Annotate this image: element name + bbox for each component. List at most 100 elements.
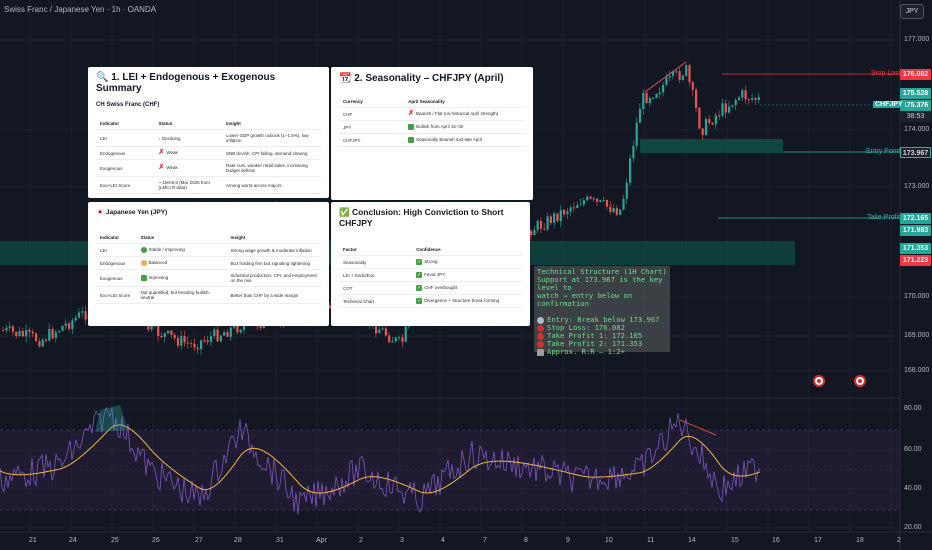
candle-body xyxy=(622,198,625,210)
table-cell: Seasonality xyxy=(339,255,413,269)
candle-body xyxy=(678,71,681,80)
candle-body xyxy=(163,333,166,337)
candle-body xyxy=(576,204,579,208)
table-row: CHF ✗ Bearish / Flat (no historical April… xyxy=(339,107,525,121)
seasonality-table: Currency April Seasonality CHF ✗ Bearish … xyxy=(339,96,525,147)
stop-icon xyxy=(537,324,544,332)
candle-body xyxy=(35,333,38,342)
candle-body xyxy=(734,100,737,106)
technical-structure-note[interactable]: Technical Structure (1H Chart) Support a… xyxy=(534,266,670,356)
table-header-row: Indicator Status Insight xyxy=(96,118,321,130)
column-header: Confidence xyxy=(412,244,522,256)
column-header: Currency xyxy=(339,96,405,108)
alert-icon[interactable] xyxy=(854,375,866,387)
table-cell: Strong wage growth & moderate inflation xyxy=(226,243,321,257)
table-header-row: Indicator Status Insight xyxy=(96,232,321,244)
time-tick: 21 xyxy=(29,537,37,544)
table-cell: JPY xyxy=(339,120,405,134)
candle-body xyxy=(655,93,658,98)
candle-body xyxy=(751,98,754,100)
table-cell: Not quantified, but trending bullish-neu… xyxy=(136,286,227,304)
entry-zone xyxy=(640,139,783,153)
panel-title: 🔍 1. LEI + Endogenous + Exogenous Summar… xyxy=(96,72,276,94)
candle-body xyxy=(714,115,717,125)
table-cell: Balanced xyxy=(148,260,168,266)
take-profit-price-tag: 172.165 xyxy=(900,213,931,224)
time-tick: 2 xyxy=(897,537,901,544)
symbol-title[interactable]: Swiss Franc / Japanese Yen · 1h · OANDA xyxy=(4,5,156,14)
candle-body xyxy=(695,89,698,108)
candle-body xyxy=(18,330,21,337)
column-header: Indicator xyxy=(96,118,155,130)
candle-body xyxy=(586,196,589,201)
jpy-table: Indicator Status Insight LEI Stable / Im… xyxy=(96,232,321,304)
column-header: Indicator xyxy=(96,232,137,244)
time-tick: 25 xyxy=(111,537,119,544)
table-cell: Favor JPY xyxy=(424,272,446,278)
candle-body xyxy=(632,145,635,159)
candle-body xyxy=(582,200,585,205)
table-cell: CHFJPY xyxy=(339,133,405,147)
candle-body xyxy=(569,207,572,212)
table-cell: Exogenous xyxy=(96,159,155,177)
candle-body xyxy=(209,336,213,342)
candle-body xyxy=(741,90,744,98)
candle-body xyxy=(668,75,671,78)
candle-body xyxy=(186,342,189,344)
candle-body xyxy=(391,341,394,343)
candle-body xyxy=(731,105,734,107)
conclusion-panel[interactable]: ✅ Conclusion: High Conviction to Short C… xyxy=(331,202,530,326)
candle-body xyxy=(64,323,67,326)
chart-icon xyxy=(537,348,544,356)
panel-subtitle: CH Swiss Franc (CHF) xyxy=(96,102,160,108)
time-tick: 18 xyxy=(856,537,864,544)
candle-body xyxy=(180,336,183,346)
table-cell: Bullish from April 15–30 xyxy=(416,124,464,130)
candle-body xyxy=(648,98,651,104)
tp-extra-price-tag: 171.983 xyxy=(900,225,931,236)
entry-point-label: Entry Point xyxy=(866,148,901,155)
candle-body xyxy=(378,329,381,334)
table-row: Technical Chart ✓ Divergence + Structure … xyxy=(339,294,522,308)
candle-body xyxy=(602,199,605,201)
rsi-tick: 60.00 xyxy=(904,446,922,453)
seasonality-panel[interactable]: 📆 2. Seasonality – CHFJPY (April) Curren… xyxy=(331,67,533,200)
price-tick: 170.000 xyxy=(904,293,930,300)
candle-body xyxy=(559,210,562,222)
currency-badge[interactable]: JPY xyxy=(900,4,924,19)
candle-body xyxy=(206,340,209,342)
candle-body xyxy=(388,335,391,343)
table-cell: ~ 1MA5.5 (Mar 2025 from (LMCI R data) xyxy=(154,176,222,194)
jpy-panel[interactable]: 🇯🇵 Japanese Yen (JPY) Indicator Status I… xyxy=(88,202,329,326)
panel-title: ✅ Conclusion: High Conviction to Short C… xyxy=(339,207,504,228)
candle-body xyxy=(38,341,41,347)
lei-summary-panel[interactable]: 🔍 1. LEI + Endogenous + Exogenous Summar… xyxy=(88,67,329,198)
candle-body xyxy=(203,340,206,342)
candle-body xyxy=(589,196,592,199)
candle-body xyxy=(229,327,232,337)
candle-body xyxy=(239,329,242,333)
candle-body xyxy=(530,230,533,236)
table-cell: Technical Chart xyxy=(339,294,413,308)
candle-body xyxy=(688,65,691,83)
candle-body xyxy=(77,312,81,318)
candle-body xyxy=(605,199,609,207)
candle-body xyxy=(48,328,51,341)
note-line: Approx. R:R – 1:2+ xyxy=(547,347,625,356)
target-icon xyxy=(537,340,544,348)
table-cell: Exo+LEI Score xyxy=(96,286,137,304)
candle-body xyxy=(176,338,180,346)
candle-body xyxy=(21,330,24,337)
candle-body xyxy=(68,323,71,329)
cross-icon: ✗ xyxy=(408,110,414,117)
chart-up-icon xyxy=(408,124,415,130)
candle-body xyxy=(629,158,632,183)
siren-icon xyxy=(537,316,544,324)
table-cell: ↓ Declining xyxy=(154,129,222,147)
alert-icon[interactable] xyxy=(813,375,825,387)
price-tick: 169.000 xyxy=(904,332,930,339)
table-row: Exo+LEI Score Not quantified, but trendi… xyxy=(96,286,321,304)
time-tick: 28 xyxy=(234,537,242,544)
candle-body xyxy=(398,337,401,339)
table-row: LEI + Endo/Exo ✓ Favor JPY xyxy=(339,268,522,282)
